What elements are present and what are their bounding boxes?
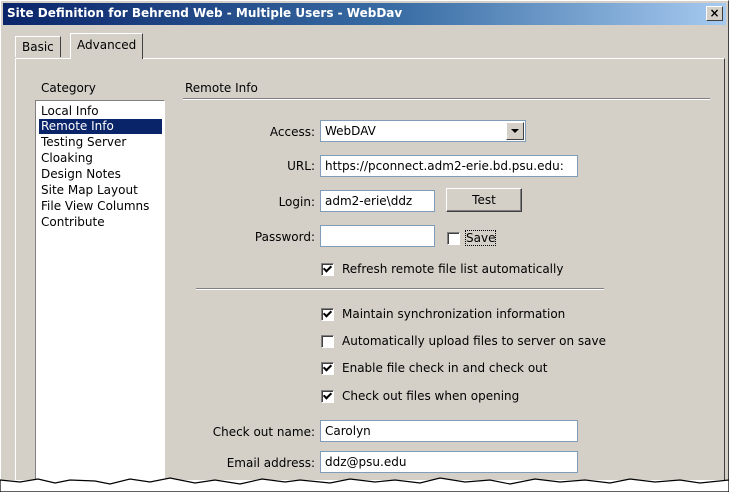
url-input[interactable]: https://pconnect.adm2-erie.bd.psu.edu:	[320, 155, 578, 177]
tab-advanced-label: Advanced	[77, 38, 137, 52]
category-item-local-info[interactable]: Local Info	[39, 104, 101, 119]
title-bar[interactable]: Site Definition for Behrend Web - Multip…	[3, 3, 726, 25]
checkout-open-checkbox[interactable]	[321, 390, 334, 403]
refresh-checkbox-label: Refresh remote file list automatically	[342, 262, 564, 276]
section-divider	[183, 98, 710, 100]
category-item-cloaking[interactable]: Cloaking	[39, 151, 95, 166]
window-title: Site Definition for Behrend Web - Multip…	[7, 6, 403, 20]
checkin-checkbox[interactable]	[321, 362, 334, 375]
options-divider	[196, 288, 604, 290]
login-label: Login:	[278, 195, 315, 209]
tab-advanced[interactable]: Advanced	[70, 33, 144, 59]
category-label: Category	[41, 81, 96, 95]
category-item-contribute[interactable]: Contribute	[39, 215, 107, 230]
close-icon: ×	[709, 6, 720, 20]
email-input[interactable]: ddz@psu.edu	[320, 451, 578, 473]
category-item-design-notes[interactable]: Design Notes	[39, 167, 123, 182]
tab-basic-label: Basic	[22, 40, 54, 54]
url-label: URL:	[287, 159, 315, 173]
password-input[interactable]	[320, 225, 435, 247]
access-label: Access:	[269, 125, 315, 139]
login-input[interactable]: adm2-erie\ddz	[320, 190, 435, 212]
section-title: Remote Info	[185, 81, 258, 95]
checkout-open-checkbox-label: Check out files when opening	[342, 389, 520, 403]
checkout-name-input[interactable]: Carolyn	[320, 420, 578, 442]
close-button[interactable]: ×	[706, 6, 723, 21]
maintain-sync-checkbox-label: Maintain synchronization information	[342, 307, 566, 321]
torn-edge-decoration	[0, 477, 729, 492]
checkout-name-label: Check out name:	[212, 425, 315, 439]
password-label: Password:	[254, 230, 315, 244]
test-button[interactable]: Test	[446, 188, 522, 212]
category-item-site-map-layout[interactable]: Site Map Layout	[39, 183, 140, 198]
refresh-checkbox[interactable]	[321, 263, 334, 276]
category-item-remote-info[interactable]: Remote Info	[39, 119, 162, 134]
access-select[interactable]: WebDAV	[320, 120, 526, 142]
tab-basic[interactable]: Basic	[15, 36, 61, 57]
chevron-down-icon[interactable]	[506, 122, 524, 140]
auto-upload-checkbox[interactable]	[321, 335, 334, 348]
site-definition-dialog: Site Definition for Behrend Web - Multip…	[0, 0, 729, 481]
checkin-checkbox-label: Enable file check in and check out	[342, 361, 548, 375]
category-item-file-view-columns[interactable]: File View Columns	[39, 199, 151, 214]
category-list[interactable]: Local Info Remote Info Testing Server Cl…	[35, 100, 165, 481]
save-checkbox-label: Save	[464, 230, 497, 246]
email-label: Email address:	[226, 456, 315, 470]
category-item-testing-server[interactable]: Testing Server	[39, 135, 128, 150]
access-select-value: WebDAV	[325, 124, 376, 138]
auto-upload-checkbox-label: Automatically upload files to server on …	[342, 334, 607, 348]
maintain-sync-checkbox[interactable]	[321, 308, 334, 321]
save-checkbox[interactable]	[447, 232, 460, 245]
